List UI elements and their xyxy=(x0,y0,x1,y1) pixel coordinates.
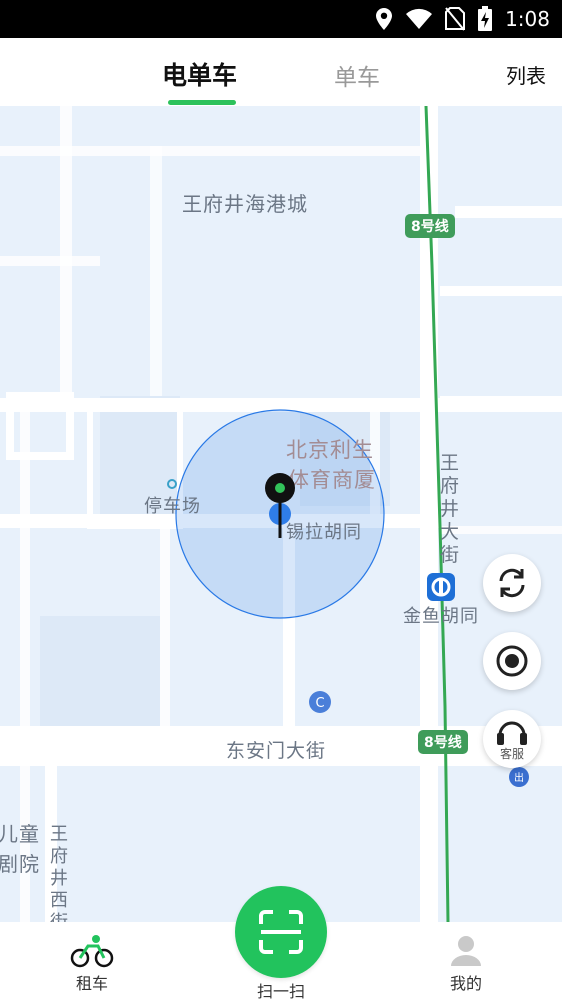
map-label-children-2: 剧院 xyxy=(0,852,40,876)
poi-c-icon: C xyxy=(309,691,331,713)
map-label-wangfujing-west: 王府井西街 xyxy=(50,824,69,922)
map-view[interactable]: 王府井海港城 8号线 北京利生 体育商厦 停车场 锡拉胡同 王府井大街 金鱼胡同… xyxy=(0,106,562,922)
no-sim-icon xyxy=(445,7,466,31)
scan-label: 扫一扫 xyxy=(256,982,305,1000)
locate-icon xyxy=(496,645,528,677)
map-label-dongan-men: 东安门大街 xyxy=(226,740,327,762)
customer-service-button[interactable]: 客服 xyxy=(483,710,541,768)
nav-rent[interactable]: 租车 xyxy=(70,934,114,994)
parking-poi-icon xyxy=(167,479,177,489)
current-location-pin-icon xyxy=(265,473,295,538)
tab-bike[interactable]: 单车 xyxy=(334,58,380,92)
nav-mine-label: 我的 xyxy=(449,974,482,993)
map-label-parking: 停车场 xyxy=(144,496,201,517)
map-label-lisheng-1: 北京利生 xyxy=(286,438,374,462)
map-label-wangfujing-mall: 王府井海港城 xyxy=(182,192,308,216)
scan-icon xyxy=(259,910,303,954)
user-icon xyxy=(451,936,481,966)
refresh-icon xyxy=(499,568,525,598)
refresh-button[interactable] xyxy=(483,554,541,612)
status-time: 1:08 xyxy=(505,7,550,31)
nav-mine[interactable]: 我的 xyxy=(448,934,484,994)
scan-button[interactable] xyxy=(235,886,327,978)
top-tabs: 电单车 单车 列表 xyxy=(0,38,562,106)
metro-station-icon xyxy=(427,573,455,601)
tab-ebike[interactable]: 电单车 xyxy=(162,56,237,92)
metro-line-badge: 8号线 xyxy=(405,214,455,238)
svg-text:出: 出 xyxy=(514,771,524,784)
bike-icon xyxy=(70,935,114,968)
battery-charging-icon xyxy=(478,6,493,31)
locate-button[interactable] xyxy=(483,632,541,690)
status-bar: 1:08 xyxy=(0,0,562,38)
list-button[interactable]: 列表 xyxy=(506,60,546,89)
active-tab-indicator xyxy=(168,100,236,105)
metro-line-badge-bottom: 8号线 xyxy=(418,730,468,754)
metro-exit-icon: 出 xyxy=(509,767,529,787)
map-label-jinyu-hutong: 金鱼胡同 xyxy=(403,606,479,627)
customer-service-label: 客服 xyxy=(499,746,524,761)
svg-text:C: C xyxy=(315,696,324,711)
map-label-children-1: 儿童 xyxy=(0,822,40,846)
nav-rent-label: 租车 xyxy=(75,974,108,993)
map-label-wangfujing-street: 王府井大街 xyxy=(440,452,461,566)
location-icon xyxy=(376,8,393,30)
headset-icon xyxy=(497,721,527,745)
wifi-icon xyxy=(406,8,433,29)
